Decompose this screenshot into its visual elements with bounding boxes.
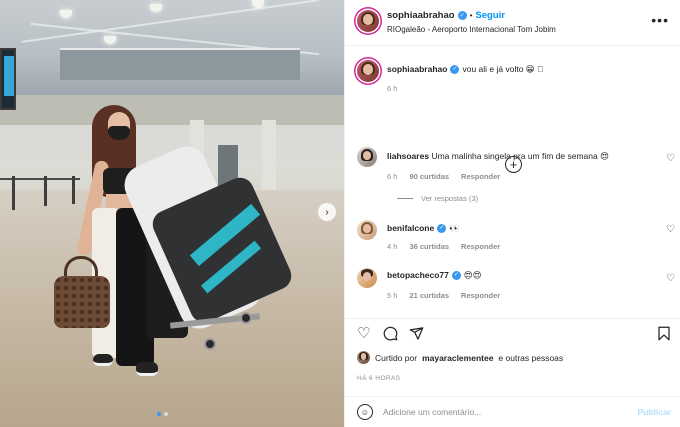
chevron-right-icon[interactable]: › bbox=[318, 203, 336, 221]
comment-item: liahsoares Uma malinha singela pra um fi… bbox=[387, 150, 657, 162]
comment-meta: 6 h 90 curtidas Responder bbox=[387, 172, 500, 181]
liked-by: Curtido por mayaraclementee e outras pes… bbox=[357, 351, 563, 364]
comment-bubble-icon[interactable] bbox=[383, 326, 398, 344]
photo-queue-post bbox=[72, 176, 75, 204]
liker-avatar[interactable] bbox=[357, 351, 370, 364]
caption-username[interactable]: sophiaabrahao bbox=[387, 63, 447, 75]
divider bbox=[397, 198, 413, 199]
photo-queue-post bbox=[12, 176, 15, 210]
comment-meta: 5 h 21 curtidas Responder bbox=[387, 291, 500, 300]
author-line: sophiaabrahao ✓ • Seguir bbox=[387, 10, 505, 21]
comment-time: 4 h bbox=[387, 242, 398, 251]
comment-text: 👀 bbox=[449, 223, 460, 233]
action-bar: ♡ bbox=[345, 318, 680, 346]
caption-meta: 6 h bbox=[387, 84, 397, 93]
caption-text: vou ali e já volto 😁 🏻 bbox=[462, 64, 544, 74]
photo-info-screen bbox=[0, 48, 16, 110]
comment-username[interactable]: liahsoares bbox=[387, 151, 429, 161]
comment-meta: 4 h 36 curtidas Responder bbox=[387, 242, 500, 251]
reply-button[interactable]: Responder bbox=[461, 291, 500, 300]
post-timestamp: HÁ 6 HORAS bbox=[357, 375, 401, 382]
comment-likes[interactable]: 21 curtidas bbox=[409, 291, 449, 300]
carousel-dot bbox=[157, 412, 161, 416]
caption-time: 6 h bbox=[387, 84, 398, 93]
heart-icon[interactable]: ♡ bbox=[666, 224, 675, 235]
smiley-icon[interactable]: ☺ bbox=[357, 404, 373, 420]
heart-icon[interactable]: ♡ bbox=[666, 153, 675, 164]
publish-button[interactable]: Publicar bbox=[637, 407, 671, 417]
post-detail-panel: sophiaabrahao ✓ • Seguir RIOgaleão - Aer… bbox=[344, 0, 680, 427]
post-location[interactable]: RIOgaleão - Aeroporto Internacional Tom … bbox=[387, 25, 556, 34]
comment-likes[interactable]: 90 curtidas bbox=[409, 172, 449, 181]
follow-button[interactable]: Seguir bbox=[475, 10, 505, 21]
comment-text: 😍😍 bbox=[463, 270, 482, 280]
liked-by-prefix: Curtido por bbox=[375, 352, 418, 363]
photo-cart-wheel bbox=[204, 338, 216, 350]
photo-cart-wheel bbox=[240, 312, 252, 324]
verified-badge-icon: ✓ bbox=[457, 11, 467, 20]
photo-pillar bbox=[262, 120, 276, 200]
carousel-indicator bbox=[157, 412, 168, 416]
comment-username[interactable]: betopacheco77 bbox=[387, 269, 449, 281]
bookmark-icon[interactable] bbox=[657, 326, 671, 344]
comment-time: 5 h bbox=[387, 291, 398, 300]
heart-icon[interactable]: ♡ bbox=[666, 273, 675, 284]
liked-by-suffix[interactable]: e outras pessoas bbox=[498, 353, 563, 363]
photo-person-shoe bbox=[93, 354, 113, 366]
post-header: sophiaabrahao ✓ • Seguir RIOgaleão - Aer… bbox=[345, 0, 680, 46]
comment-text: Uma malinha singela pra um fim de semana… bbox=[431, 151, 609, 161]
heart-icon[interactable]: ♡ bbox=[357, 326, 370, 341]
post-photo[interactable]: › bbox=[0, 0, 344, 427]
comments-section: sophiaabrahao ✓ vou ali e já volto 😁 🏻 6… bbox=[345, 46, 680, 318]
photo-queue-post bbox=[44, 176, 47, 206]
reply-button[interactable]: Responder bbox=[461, 242, 500, 251]
commenter-avatar[interactable] bbox=[357, 220, 377, 240]
photo-handbag bbox=[54, 276, 110, 328]
liked-by-user[interactable]: mayaraclementee bbox=[422, 353, 493, 363]
caption-avatar[interactable] bbox=[357, 60, 379, 82]
verified-badge-icon: ✓ bbox=[437, 223, 447, 233]
carousel-dot bbox=[164, 412, 168, 416]
comment-input[interactable] bbox=[383, 403, 603, 421]
comment-time: 6 h bbox=[387, 172, 398, 181]
commenter-avatar[interactable] bbox=[357, 147, 377, 167]
photo-wall bbox=[0, 95, 344, 125]
reply-button[interactable]: Responder bbox=[461, 172, 500, 181]
commenter-avatar[interactable] bbox=[357, 268, 377, 288]
comment-item: benifalcone ✓ 👀 bbox=[387, 222, 460, 234]
separator-dot: • bbox=[469, 11, 473, 20]
view-replies-button[interactable]: Ver respostas (3) bbox=[397, 194, 478, 203]
comment-item: betopacheco77 ✓ 😍😍 bbox=[387, 269, 482, 281]
comment-username[interactable]: benifalcone bbox=[387, 222, 434, 234]
caption: sophiaabrahao ✓ vou ali e já volto 😁 🏻 bbox=[387, 63, 543, 75]
verified-badge-icon: ✓ bbox=[451, 270, 461, 280]
view-replies-label: Ver respostas (3) bbox=[421, 194, 479, 203]
author-username[interactable]: sophiaabrahao bbox=[387, 10, 455, 21]
comment-likes[interactable]: 36 curtidas bbox=[409, 242, 449, 251]
add-comment-bar: ☺ Publicar bbox=[345, 396, 680, 427]
more-horizontal-icon[interactable]: ••• bbox=[651, 12, 669, 28]
photo-person-shoe bbox=[136, 362, 158, 376]
photo-glass-wall bbox=[60, 48, 300, 80]
paper-plane-icon[interactable] bbox=[409, 326, 424, 344]
author-avatar[interactable] bbox=[357, 10, 379, 32]
verified-badge-icon: ✓ bbox=[450, 64, 460, 74]
